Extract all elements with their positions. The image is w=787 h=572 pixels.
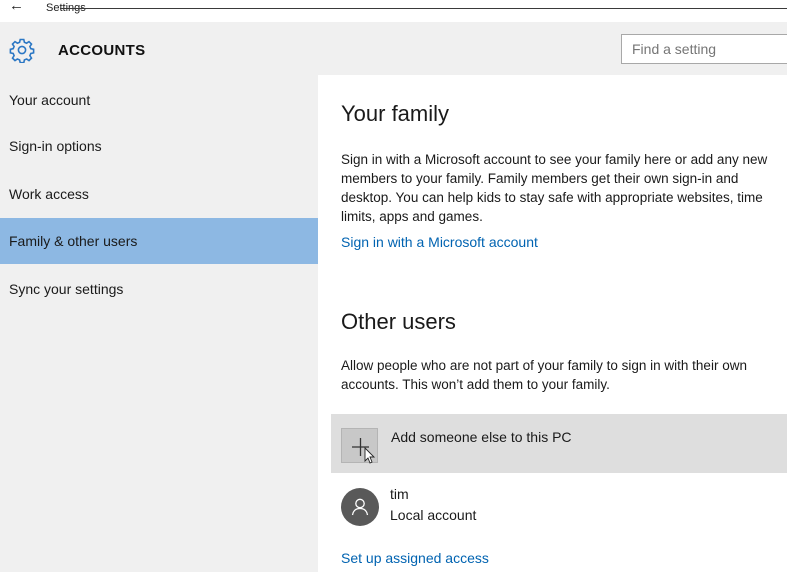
user-item[interactable]: tim Local account xyxy=(341,483,761,533)
other-users-heading: Other users xyxy=(341,309,456,334)
your-family-heading: Your family xyxy=(341,101,450,126)
window-border xyxy=(60,8,787,9)
user-account-type: Local account xyxy=(390,507,477,523)
sidebar-item-family-other-users[interactable]: Family & other users xyxy=(0,218,318,264)
back-arrow-icon[interactable]: ← xyxy=(9,0,24,14)
sidebar-item-your-account[interactable]: Your account xyxy=(0,77,318,123)
search-input[interactable] xyxy=(621,34,787,64)
sidebar-item-sign-in-options[interactable]: Sign-in options xyxy=(0,123,318,169)
person-icon xyxy=(341,488,379,526)
add-someone-button[interactable]: Add someone else to this PC xyxy=(331,414,787,473)
sidebar-item-work-access[interactable]: Work access xyxy=(0,171,318,217)
your-family-description: Sign in with a Microsoft account to see … xyxy=(341,152,768,224)
assigned-access-link[interactable]: Set up assigned access xyxy=(341,550,489,566)
main-content: Your family Sign in with a Microsoft acc… xyxy=(318,75,787,572)
sign-in-microsoft-link[interactable]: Sign in with a Microsoft account xyxy=(341,234,538,250)
other-users-description: Allow people who are not part of your fa… xyxy=(341,358,747,392)
page-heading: ACCOUNTS xyxy=(58,42,146,59)
header: ACCOUNTS xyxy=(0,22,787,75)
sidebar: Your account Sign-in options Work access… xyxy=(0,75,318,572)
add-someone-label: Add someone else to this PC xyxy=(391,429,572,445)
user-name: tim xyxy=(390,486,409,502)
plus-icon xyxy=(341,428,378,464)
sidebar-item-sync-settings[interactable]: Sync your settings xyxy=(0,266,318,312)
title-bar: ← Settings xyxy=(0,0,787,22)
gear-icon xyxy=(9,38,35,63)
